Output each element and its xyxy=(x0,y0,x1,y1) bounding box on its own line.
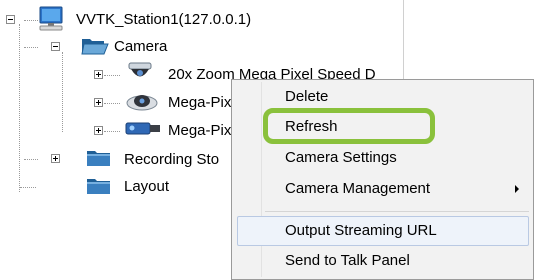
speed-dome-camera-icon xyxy=(124,60,156,86)
tree-connector xyxy=(24,159,38,160)
menu-item-send-to-talk-panel[interactable]: Send to Talk Panel xyxy=(237,246,533,276)
menu-item-output-streaming-url[interactable]: Output Streaming URL xyxy=(237,216,529,246)
tree-node-station[interactable]: VVTK_Station1(127.0.0.1) xyxy=(76,10,251,30)
expand-toggle[interactable] xyxy=(94,98,103,107)
dome-camera-icon xyxy=(124,89,160,113)
tree-connector xyxy=(19,24,20,192)
tree-node-camera[interactable]: Camera xyxy=(114,37,167,57)
tree-connector xyxy=(104,103,120,104)
collapse-toggle[interactable] xyxy=(6,15,15,24)
tree-connector xyxy=(24,20,38,21)
tree-node-layout[interactable]: Layout xyxy=(124,177,169,197)
submenu-arrow-icon xyxy=(515,185,519,193)
tree-connector xyxy=(62,52,63,132)
folder-icon xyxy=(86,148,112,168)
expand-toggle[interactable] xyxy=(94,70,103,79)
tree-node-recording-storage[interactable]: Recording Sto xyxy=(124,150,219,170)
expand-toggle[interactable] xyxy=(51,154,60,163)
open-folder-icon xyxy=(81,36,109,56)
tree-connector xyxy=(20,187,36,188)
expand-toggle[interactable] xyxy=(94,126,103,135)
tree-connector xyxy=(104,75,120,76)
menu-item-camera-management[interactable]: Camera Management xyxy=(237,174,533,204)
tree-connector xyxy=(104,131,120,132)
menu-separator xyxy=(265,211,529,212)
collapse-toggle[interactable] xyxy=(51,42,60,51)
tree-node-camera-2[interactable]: Mega-Pix xyxy=(168,93,231,113)
tree-connector xyxy=(24,47,38,48)
box-camera-icon xyxy=(124,118,164,138)
menu-item-camera-management-label: Camera Management xyxy=(285,180,431,197)
tree-node-camera-3[interactable]: Mega-Pix xyxy=(168,121,231,141)
folder-icon xyxy=(86,176,112,196)
menu-item-camera-settings[interactable]: Camera Settings xyxy=(237,143,533,173)
refresh-callout-highlight xyxy=(263,108,435,144)
server-monitor-icon xyxy=(38,6,66,32)
